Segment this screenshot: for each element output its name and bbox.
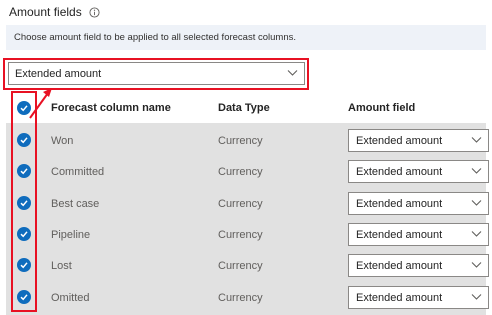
- header-forecast-column-name[interactable]: Forecast column name: [51, 102, 171, 114]
- table-row: Won Currency Extended amount: [6, 125, 489, 156]
- chevron-down-icon: [287, 70, 298, 76]
- data-type: Currency: [218, 135, 263, 147]
- table-row: Lost Currency Extended amount: [6, 250, 489, 281]
- chevron-down-icon: [471, 200, 482, 206]
- amount-field-bulk-value: Extended amount: [15, 67, 102, 80]
- table-row: Best case Currency Extended amount: [6, 188, 489, 219]
- chevron-down-icon: [471, 262, 482, 268]
- amount-field-dropdown[interactable]: Extended amount: [348, 286, 489, 309]
- amount-field-value: Extended amount: [356, 291, 443, 304]
- data-type: Currency: [218, 198, 263, 210]
- amount-field-dropdown[interactable]: Extended amount: [348, 254, 489, 277]
- amount-field-dropdown[interactable]: Extended amount: [348, 129, 489, 152]
- table-row: Pipeline Currency Extended amount: [6, 219, 489, 250]
- amount-field-bulk-dropdown[interactable]: Extended amount: [8, 62, 305, 85]
- amount-field-value: Extended amount: [356, 165, 443, 178]
- forecast-column-name: Committed: [51, 166, 105, 178]
- amount-field-value: Extended amount: [356, 228, 443, 241]
- header-data-type[interactable]: Data Type: [218, 102, 270, 114]
- data-type: Currency: [218, 229, 263, 241]
- chevron-down-icon: [471, 137, 482, 143]
- forecast-column-name: Lost: [51, 260, 72, 272]
- data-type: Currency: [218, 292, 263, 304]
- chevron-down-icon: [471, 231, 482, 237]
- forecast-column-name: Best case: [51, 198, 100, 210]
- section-title: Amount fields: [9, 4, 100, 20]
- chevron-down-icon: [471, 168, 482, 174]
- chevron-down-icon: [471, 294, 482, 300]
- data-type: Currency: [218, 166, 263, 178]
- amount-field-value: Extended amount: [356, 197, 443, 210]
- header-amount-field[interactable]: Amount field: [348, 102, 415, 114]
- description-bar: Choose amount field to be applied to all…: [6, 25, 486, 50]
- forecast-column-name: Omitted: [51, 292, 90, 304]
- amount-field-dropdown[interactable]: Extended amount: [348, 223, 489, 246]
- description-text: Choose amount field to be applied to all…: [14, 32, 296, 43]
- info-icon[interactable]: [89, 6, 100, 18]
- annotation-highlight-checkboxes: [11, 91, 37, 312]
- table-row: Omitted Currency Extended amount: [6, 282, 489, 313]
- table-header: Forecast column name Data Type Amount fi…: [6, 96, 486, 122]
- section-title-label: Amount fields: [9, 5, 82, 19]
- table-row: Committed Currency Extended amount: [6, 156, 489, 187]
- amount-field-dropdown[interactable]: Extended amount: [348, 160, 489, 183]
- amount-field-dropdown[interactable]: Extended amount: [348, 192, 489, 215]
- amount-field-value: Extended amount: [356, 134, 443, 147]
- data-type: Currency: [218, 260, 263, 272]
- forecast-column-name: Pipeline: [51, 229, 91, 241]
- amount-field-value: Extended amount: [356, 259, 443, 272]
- forecast-column-name: Won: [51, 135, 74, 147]
